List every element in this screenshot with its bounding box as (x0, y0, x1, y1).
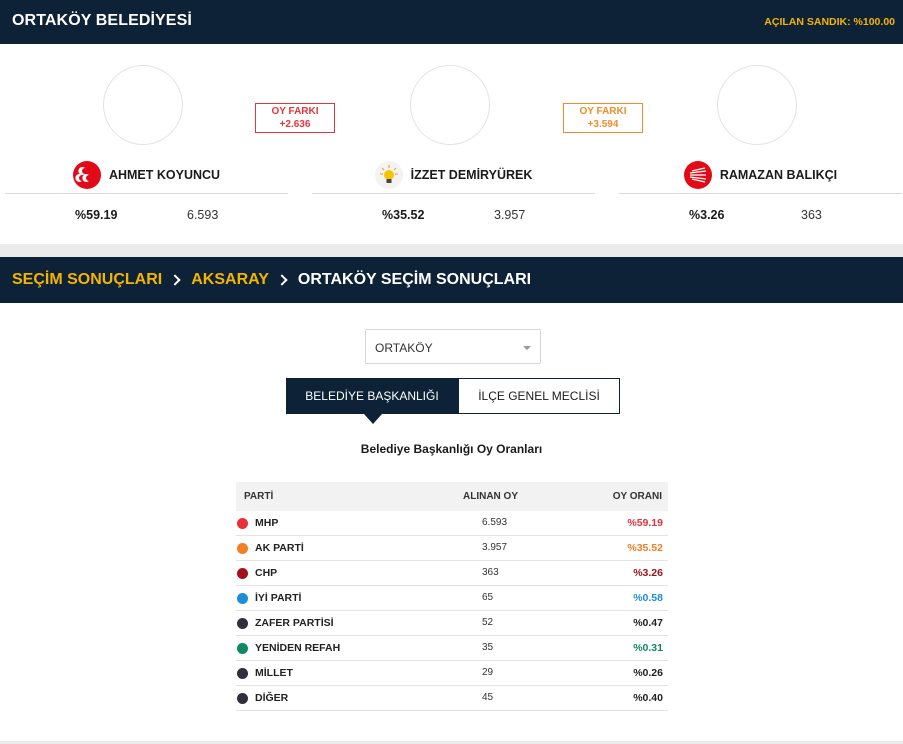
header-party: PARTİ (244, 491, 274, 502)
party-color-dot (237, 668, 248, 679)
party-ratio: %0.40 (633, 692, 663, 704)
vote-difference-badge-1: OY FARKI +2.636 (255, 103, 335, 133)
table-row: DİĞER 45 %0.40 (236, 686, 668, 711)
party-name: YENİDEN REFAH (255, 642, 341, 654)
party-color-dot (237, 693, 248, 704)
chp-logo-icon (683, 161, 712, 189)
ak-parti-bulb-icon (374, 161, 403, 189)
party-color-dot (237, 593, 248, 604)
vote-difference-label: OY FARKI (579, 106, 627, 117)
party-votes: 45 (482, 692, 494, 703)
opened-boxes-label: AÇILAN SANDIK: %100.00 (764, 16, 895, 28)
party-ratio: %35.52 (627, 542, 663, 554)
results-table: PARTİ ALINAN OY OY ORANI MHP 6.593 %59.19 A… (236, 482, 668, 711)
active-tab-pointer (364, 414, 382, 424)
party-ratio: %59.19 (627, 517, 663, 529)
party-ratio: %0.31 (633, 642, 663, 654)
candidate-name-row: AHMET KOYUNCU (5, 157, 288, 193)
party-color-dot (237, 543, 248, 554)
party-ratio: %0.47 (633, 617, 663, 629)
party-name: MHP (255, 517, 279, 529)
party-name: DİĞER (255, 692, 289, 704)
vote-difference-value: +2.636 (279, 119, 311, 130)
district-select-value: ORTAKÖY (375, 341, 433, 355)
header-ratio: OY ORANI (612, 491, 662, 502)
chevron-right-icon (276, 274, 288, 286)
vote-difference-value: +3.594 (587, 119, 619, 130)
candidate-votes: 6.593 (187, 208, 219, 222)
party-votes: 6.593 (482, 517, 508, 528)
party-color-dot (237, 618, 248, 629)
party-ratio: %0.58 (633, 592, 663, 604)
candidate-percent: %59.19 (75, 208, 118, 222)
party-color-dot (237, 643, 248, 654)
candidate-votes: 363 (801, 208, 822, 222)
breadcrumb: SEÇİM SONUÇLARI AKSARAY ORTAKÖY SEÇİM SO… (0, 257, 903, 303)
candidate-name-row: RAMAZAN BALIKÇI (619, 157, 902, 193)
table-row: YENİDEN REFAH 35 %0.31 (236, 636, 668, 661)
party-color-dot (237, 518, 248, 529)
table-row: İYİ PARTİ 65 %0.58 (236, 586, 668, 611)
district-select[interactable]: ORTAKÖY (365, 329, 541, 364)
breadcrumb-election-results[interactable]: SEÇİM SONUÇLARI (12, 271, 162, 289)
tab-district-council[interactable]: İLÇE GENEL MECLİSİ (458, 378, 620, 414)
party-votes: 363 (482, 567, 499, 578)
chevron-down-icon (523, 346, 531, 350)
top-header-bar: ORTAKÖY BELEDİYESİ AÇILAN SANDIK: %100.0… (0, 0, 903, 44)
party-name: ZAFER PARTİSİ (255, 617, 334, 629)
candidate-photo (410, 65, 490, 145)
vote-difference-label: OY FARKI (271, 106, 319, 117)
party-name: MİLLET (255, 667, 293, 679)
party-votes: 35 (482, 642, 494, 653)
table-row: CHP 363 %3.26 (236, 561, 668, 586)
candidate-name-row: İZZET DEMİRYÜREK (312, 157, 595, 193)
candidate-card-3[interactable]: RAMAZAN BALIKÇI %3.26 363 (619, 44, 902, 244)
party-ratio: %3.26 (633, 567, 663, 579)
party-votes: 52 (482, 617, 494, 628)
table-row: MİLLET 29 %0.26 (236, 661, 668, 686)
table-title: Belediye Başkanlığı Oy Oranları (360, 442, 543, 456)
header-votes: ALINAN OY (463, 491, 518, 502)
tab-mayor[interactable]: BELEDİYE BAŞKANLIĞI (286, 378, 458, 414)
breadcrumb-aksaray[interactable]: AKSARAY (191, 271, 269, 289)
candidate-name: RAMAZAN BALIKÇI (719, 168, 838, 182)
party-name: İYİ PARTİ (255, 592, 302, 604)
table-header: PARTİ ALINAN OY OY ORANI (236, 482, 668, 511)
candidate-votes: 3.957 (494, 208, 526, 222)
candidate-card-1[interactable]: AHMET KOYUNCU %59.19 6.593 (5, 44, 288, 244)
candidate-card-2[interactable]: İZZET DEMİRYÜREK %35.52 3.957 (312, 44, 595, 244)
party-color-dot (237, 568, 248, 579)
party-name: AK PARTİ (255, 542, 304, 554)
candidate-percent: %35.52 (382, 208, 425, 222)
vote-difference-badge-2: OY FARKI +3.594 (563, 103, 643, 133)
candidate-photo (717, 65, 797, 145)
table-row: ZAFER PARTİSİ 52 %0.47 (236, 611, 668, 636)
divider (312, 193, 595, 194)
party-votes: 29 (482, 667, 494, 678)
party-votes: 65 (482, 592, 494, 603)
party-name: CHP (255, 567, 278, 579)
candidate-percent: %3.26 (689, 208, 725, 222)
chevron-right-icon (169, 274, 181, 286)
divider (5, 193, 288, 194)
mhp-logo-icon (72, 161, 101, 189)
page-title: ORTAKÖY BELEDİYESİ (12, 12, 192, 29)
candidate-name: AHMET KOYUNCU (108, 168, 221, 182)
table-row: MHP 6.593 %59.19 (236, 511, 668, 536)
party-votes: 3.957 (482, 542, 508, 553)
section-separator (0, 244, 903, 257)
table-row: AK PARTİ 3.957 %35.52 (236, 536, 668, 561)
party-ratio: %0.26 (633, 667, 663, 679)
breadcrumb-current: ORTAKÖY SEÇİM SONUÇLARI (297, 271, 532, 288)
divider (619, 193, 902, 194)
candidate-photo (103, 65, 183, 145)
candidate-name: İZZET DEMİRYÜREK (410, 168, 533, 182)
